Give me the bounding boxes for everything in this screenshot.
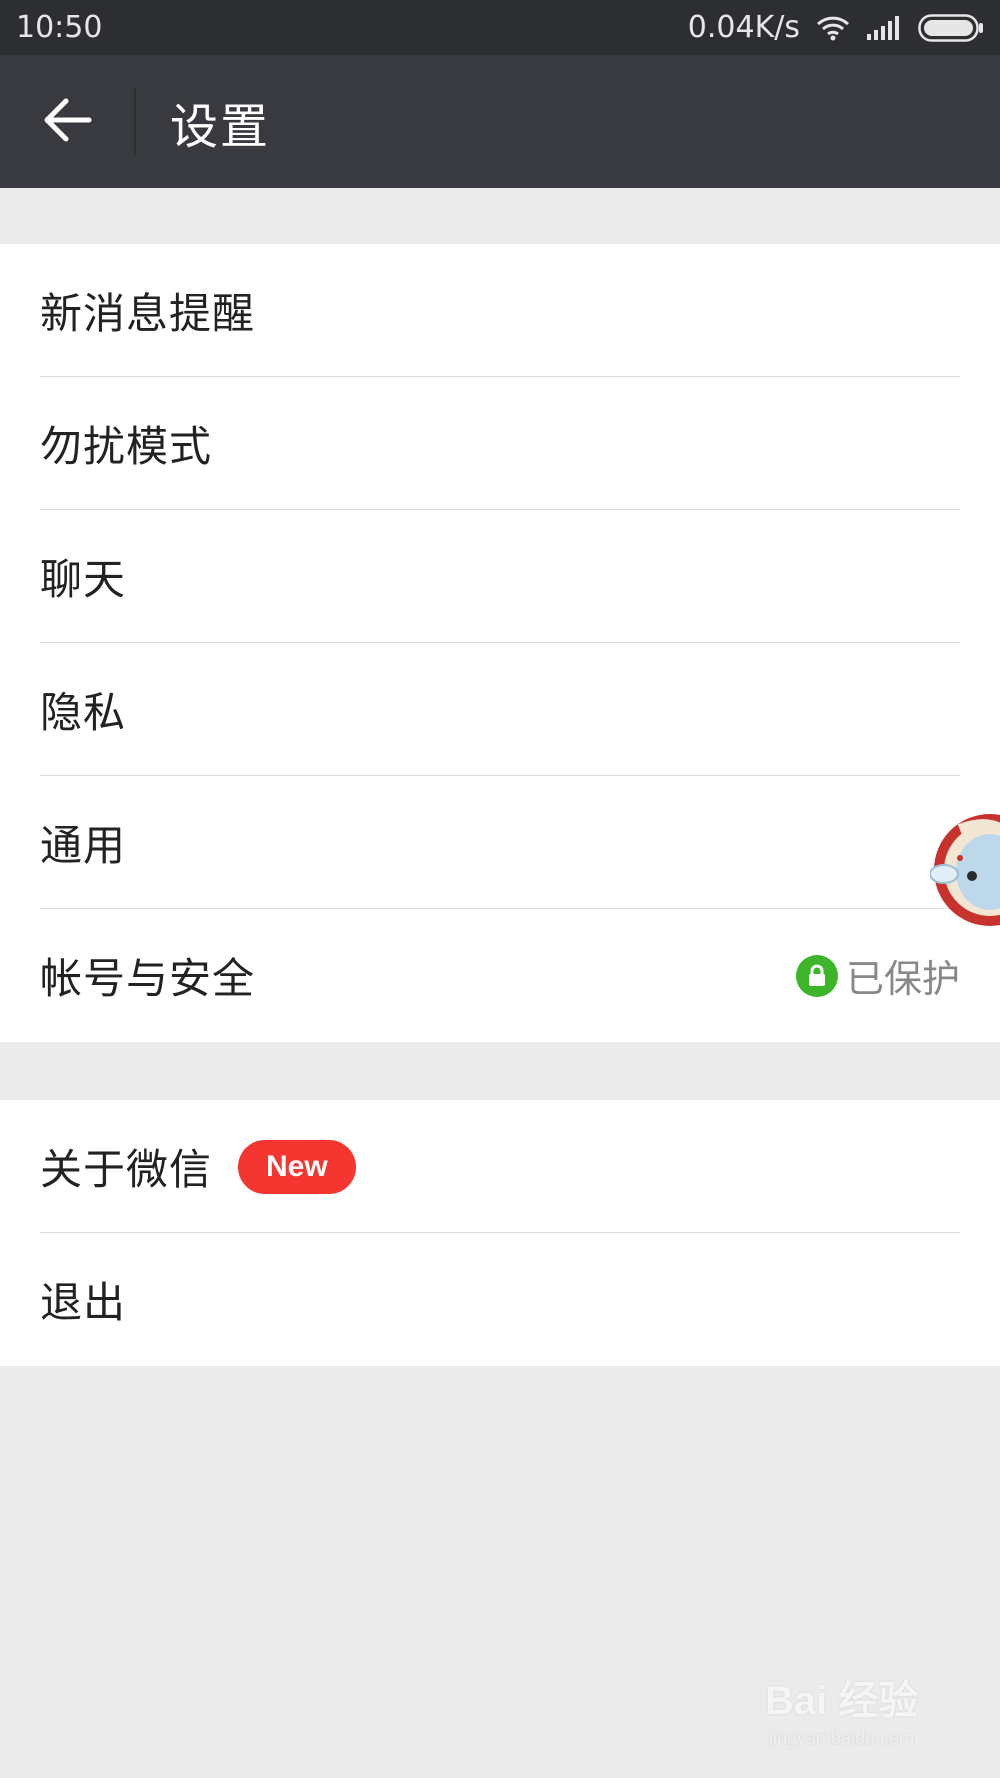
settings-item-label: 隐私 bbox=[40, 688, 127, 737]
floating-mascot-icon[interactable] bbox=[929, 800, 1000, 940]
wifi-icon bbox=[816, 15, 850, 41]
settings-item-label: 勿扰模式 bbox=[40, 422, 213, 471]
settings-item-account-security[interactable]: 帐号与安全 已保护 bbox=[0, 909, 1000, 1042]
settings-group-main: 新消息提醒 勿扰模式 聊天 隐私 通用 帐号与安全 已保护 bbox=[0, 244, 1000, 1042]
page-title: 设置 bbox=[170, 98, 271, 155]
app-bar-divider bbox=[134, 88, 136, 155]
battery-icon bbox=[918, 13, 984, 42]
settings-item-label: 退出 bbox=[40, 1278, 127, 1327]
settings-group-secondary: 关于微信 New 退出 bbox=[0, 1100, 1000, 1366]
watermark-logo: Bai 经验 bbox=[765, 1679, 919, 1723]
settings-item-about-wechat[interactable]: 关于微信 New bbox=[0, 1100, 1000, 1233]
app-bar: 设置 bbox=[0, 55, 1000, 188]
settings-item-label: 帐号与安全 bbox=[40, 954, 256, 1003]
status-bar: 10:50 0.04K/s bbox=[0, 0, 1000, 55]
account-status-text: 已保护 bbox=[845, 957, 960, 1001]
settings-item-general[interactable]: 通用 bbox=[0, 776, 1000, 909]
lock-icon bbox=[795, 954, 838, 997]
network-speed: 0.04K/s bbox=[687, 10, 800, 45]
settings-item-label: 聊天 bbox=[40, 555, 127, 604]
status-right: 0.04K/s bbox=[688, 10, 984, 45]
settings-item-logout[interactable]: 退出 bbox=[0, 1233, 1000, 1366]
settings-item-privacy[interactable]: 隐私 bbox=[0, 643, 1000, 776]
status-time: 10:50 bbox=[16, 10, 103, 45]
account-status: 已保护 bbox=[795, 948, 960, 1003]
baidu-jingyan-watermark: Bai 经验 jingyan.baidu.com bbox=[765, 1668, 965, 1748]
settings-item-do-not-disturb[interactable]: 勿扰模式 bbox=[0, 377, 1000, 510]
settings-item-new-message-alert[interactable]: 新消息提醒 bbox=[0, 244, 1000, 377]
settings-item-label: 新消息提醒 bbox=[40, 289, 256, 338]
new-badge: New bbox=[238, 1139, 356, 1194]
settings-item-chat[interactable]: 聊天 bbox=[0, 510, 1000, 643]
settings-item-label: 通用 bbox=[40, 821, 127, 870]
arrow-left-icon bbox=[42, 97, 92, 147]
back-button[interactable] bbox=[0, 55, 134, 188]
signal-icon bbox=[866, 15, 902, 40]
settings-item-label: 关于微信 bbox=[40, 1145, 213, 1194]
watermark-url: jingyan.baidu.com bbox=[769, 1728, 915, 1748]
